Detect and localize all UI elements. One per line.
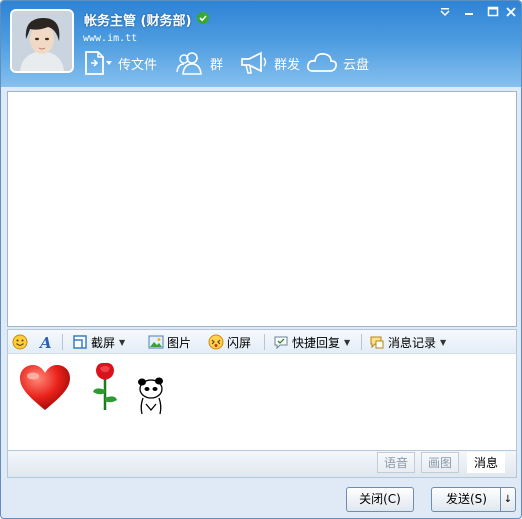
input-mode-bar: 语音 画图 消息 bbox=[7, 451, 517, 478]
megaphone-icon bbox=[241, 51, 267, 74]
font-icon: A bbox=[38, 334, 52, 350]
heart-emoji bbox=[20, 365, 70, 410]
emoji-button[interactable] bbox=[12, 332, 31, 352]
flash-screen-icon bbox=[208, 334, 224, 350]
picture-button[interactable]: 图片 bbox=[148, 332, 191, 352]
message-history-label: 消息记录 bbox=[388, 335, 437, 350]
input-toolbar: A 截屏 ▼ 图片 闪屏 快捷回复 ▼ 消息记录 ▼ bbox=[7, 329, 517, 353]
settings-icon[interactable] bbox=[433, 4, 457, 20]
group-icon bbox=[176, 52, 202, 75]
toolbar-divider bbox=[62, 334, 63, 350]
send-file-label: 传文件 bbox=[118, 57, 158, 73]
svg-text:A: A bbox=[38, 334, 52, 350]
quick-reply-dropdown-icon[interactable]: ▼ bbox=[344, 338, 350, 347]
contact-signature[interactable]: www.im.tt bbox=[83, 33, 137, 44]
message-history-icon bbox=[370, 336, 384, 349]
message-input-area[interactable] bbox=[7, 353, 517, 451]
tab-message[interactable]: 消息 bbox=[467, 452, 506, 473]
cloud-disk-label: 云盘 bbox=[343, 57, 370, 73]
picture-label: 图片 bbox=[167, 335, 192, 350]
flash-screen-label: 闪屏 bbox=[227, 335, 252, 350]
quick-reply-button[interactable]: 快捷回复 ▼ bbox=[273, 332, 350, 352]
online-check-icon bbox=[197, 12, 209, 24]
picture-icon bbox=[148, 335, 164, 349]
send-button[interactable]: 发送(S) bbox=[431, 487, 501, 512]
toolbar-divider bbox=[361, 334, 362, 350]
message-history-dropdown-icon[interactable]: ▼ bbox=[440, 338, 446, 347]
cloud-disk-button[interactable]: 云盘 bbox=[306, 49, 369, 77]
chat-window: 帐务主管 (财务部) www.im.tt 传文件 群 群发 云盘 A 截屏 ▼ … bbox=[0, 0, 522, 519]
contact-name[interactable]: 帐务主管 (财务部) bbox=[84, 10, 191, 29]
close-icon[interactable] bbox=[499, 4, 522, 20]
screenshot-button[interactable]: 截屏 ▼ bbox=[72, 332, 125, 352]
toolbar-divider bbox=[264, 334, 265, 350]
cloud-icon bbox=[307, 53, 337, 72]
screenshot-label: 截屏 bbox=[91, 335, 116, 350]
group-button[interactable]: 群 bbox=[175, 49, 223, 77]
quick-reply-label: 快捷回复 bbox=[292, 335, 341, 350]
smiley-icon bbox=[12, 334, 28, 350]
broadcast-label: 群发 bbox=[274, 57, 301, 73]
message-history-button[interactable]: 消息记录 ▼ bbox=[369, 332, 446, 352]
screenshot-dropdown-icon[interactable]: ▼ bbox=[119, 338, 125, 347]
tab-draw[interactable]: 画图 bbox=[421, 452, 460, 473]
chat-header: 帐务主管 (财务部) www.im.tt 传文件 群 群发 云盘 bbox=[1, 1, 521, 87]
font-button[interactable]: A bbox=[38, 332, 57, 352]
speech-bubble-icon bbox=[274, 336, 288, 350]
send-options-arrow-icon[interactable]: ↓ bbox=[500, 487, 516, 512]
contact-avatar[interactable] bbox=[10, 9, 74, 73]
file-icon bbox=[85, 51, 112, 75]
rose-emoji bbox=[93, 362, 117, 410]
group-label: 群 bbox=[210, 57, 224, 73]
scissors-icon bbox=[73, 335, 87, 349]
send-file-button[interactable]: 传文件 bbox=[83, 49, 157, 77]
minimize-icon[interactable] bbox=[457, 4, 481, 20]
message-history-area[interactable] bbox=[7, 91, 517, 327]
flash-screen-button[interactable]: 闪屏 bbox=[208, 332, 251, 352]
panda-emoji bbox=[138, 377, 163, 415]
close-button[interactable]: 关闭(C) bbox=[346, 487, 414, 512]
tab-voice[interactable]: 语音 bbox=[377, 452, 416, 473]
broadcast-button[interactable]: 群发 bbox=[239, 49, 300, 77]
